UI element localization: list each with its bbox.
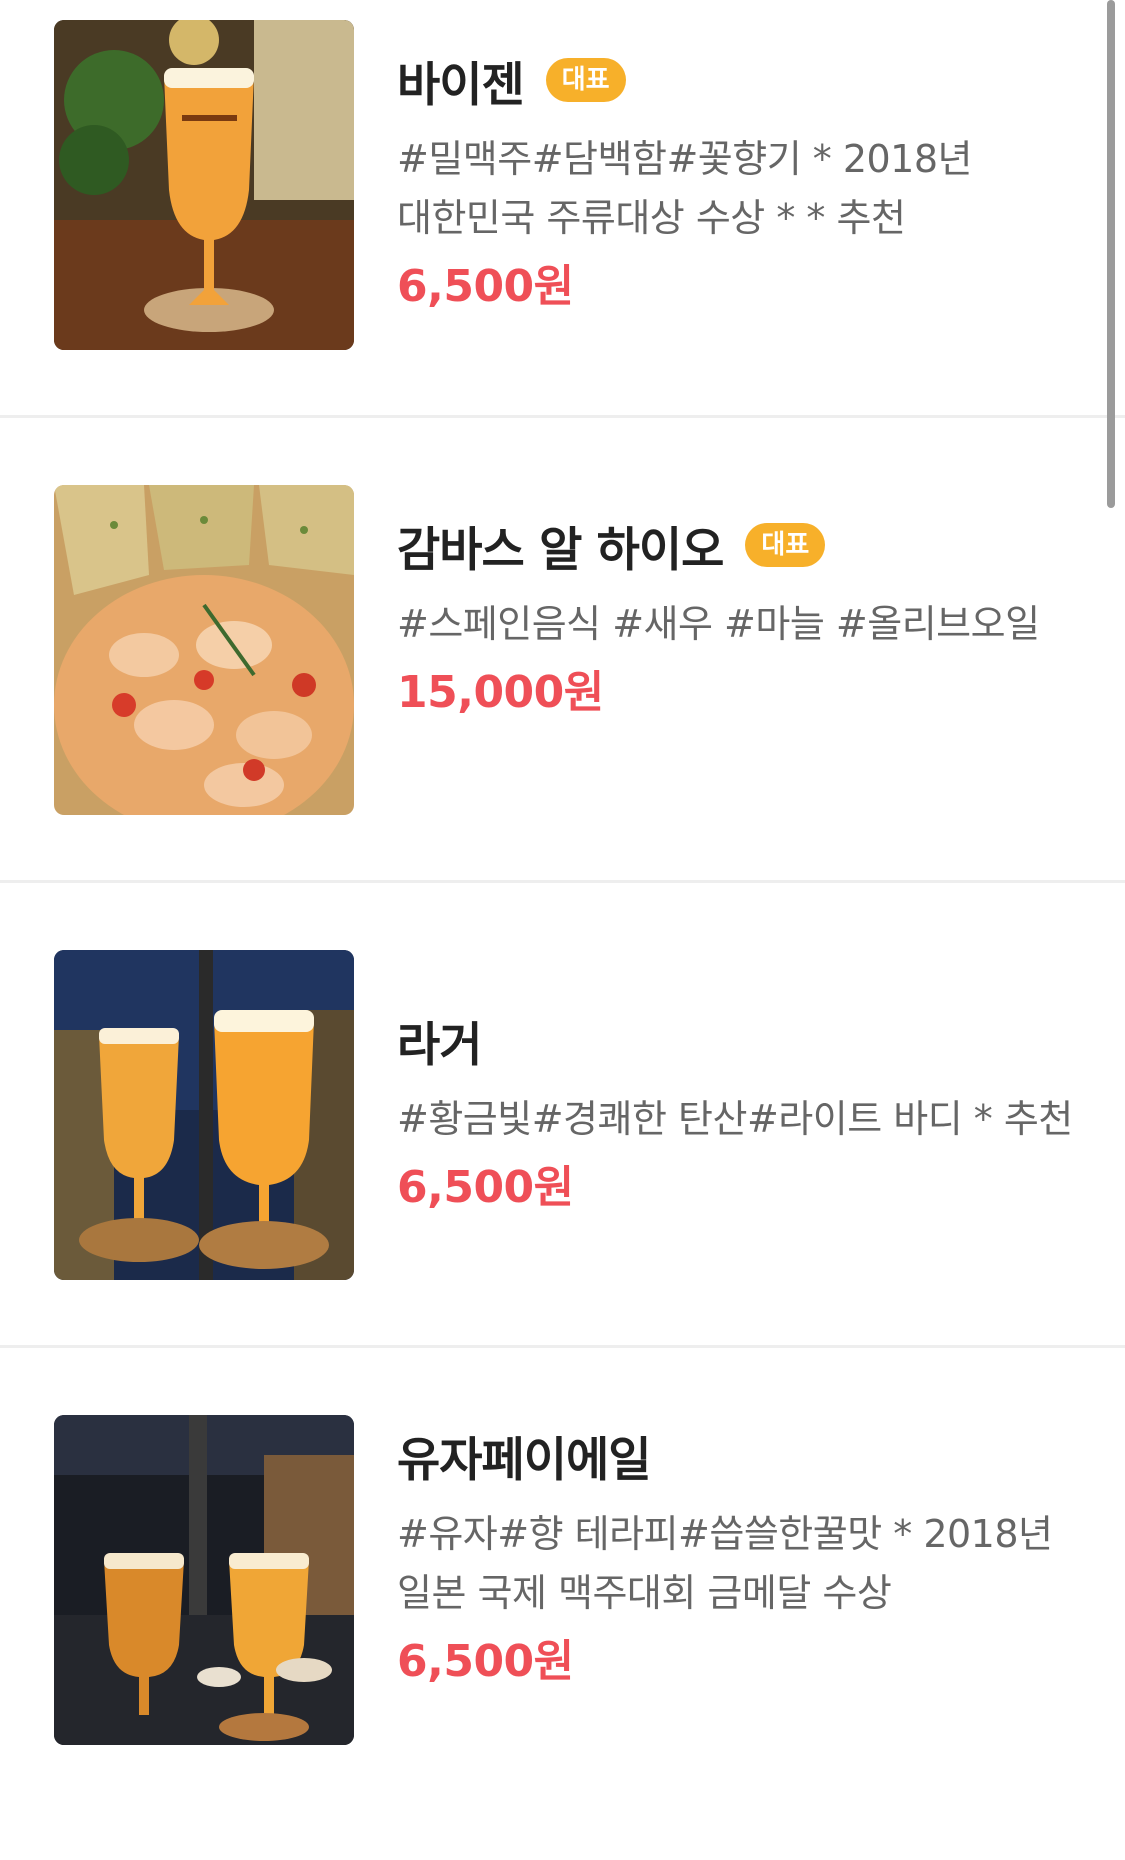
menu-item-yuzu-pale-ale[interactable]: 유자페이에일 #유자#향 테라피#씁쓸한꿀맛 * 2018년 일본 국제 맥주대… — [0, 1395, 1125, 1860]
scrollbar[interactable] — [1107, 0, 1115, 508]
title-row: 바이젠 대표 — [397, 50, 1077, 113]
menu-item-price: 15,000원 — [397, 667, 604, 718]
yuzu-pale-ale-photo-icon — [54, 1415, 354, 1745]
title-row: 라거 — [397, 1010, 1077, 1073]
lager-photo-icon — [54, 950, 354, 1280]
menu-item-title: 바이젠 — [397, 57, 525, 113]
wheat-beer-photo-icon — [54, 20, 354, 350]
menu-item-title: 라거 — [397, 1017, 482, 1073]
menu-item-photo — [54, 485, 354, 815]
menu-item-price: 6,500원 — [397, 261, 574, 312]
menu-item-weizen[interactable]: 바이젠 대표 #밀맥주#담백함#꽃향기 * 2018년 대한민국 주류대상 수상… — [0, 0, 1125, 465]
menu-item-photo — [54, 20, 354, 350]
menu-item-lager[interactable]: 라거 #황금빛#경쾌한 탄산#라이트 바디 * 추천 6,500원 — [0, 930, 1125, 1395]
menu-item-info: 유자페이에일 #유자#향 테라피#씁쓸한꿀맛 * 2018년 일본 국제 맥주대… — [397, 1425, 1077, 1689]
menu-item-price: 6,500원 — [397, 1636, 574, 1687]
menu-item-description: #황금빛#경쾌한 탄산#라이트 바디 * 추천 — [397, 1097, 1073, 1141]
divider — [0, 1345, 1125, 1348]
menu-item-info: 라거 #황금빛#경쾌한 탄산#라이트 바디 * 추천 6,500원 — [397, 1010, 1077, 1215]
menu-item-description: #유자#향 테라피#씁쓸한꿀맛 * 2018년 일본 국제 맥주대회 금메달 수… — [397, 1512, 1053, 1615]
signature-badge: 대표 — [545, 58, 626, 102]
menu-item-photo — [54, 1415, 354, 1745]
divider — [0, 415, 1125, 418]
title-row: 감바스 알 하이오 대표 — [397, 515, 1077, 578]
menu-item-gambas[interactable]: 감바스 알 하이오 대표 #스페인음식 #새우 #마늘 #올리브오일 15,00… — [0, 465, 1125, 930]
divider — [0, 880, 1125, 883]
menu-item-description: #밀맥주#담백함#꽃향기 * 2018년 대한민국 주류대상 수상 * * 추천 — [397, 137, 973, 240]
menu-item-price: 6,500원 — [397, 1162, 574, 1213]
signature-badge: 대표 — [745, 523, 826, 567]
menu-item-title: 감바스 알 하이오 — [397, 522, 724, 578]
menu-item-info: 감바스 알 하이오 대표 #스페인음식 #새우 #마늘 #올리브오일 15,00… — [397, 515, 1077, 720]
menu-item-photo — [54, 950, 354, 1280]
menu-item-info: 바이젠 대표 #밀맥주#담백함#꽃향기 * 2018년 대한민국 주류대상 수상… — [397, 50, 1077, 314]
menu-item-title: 유자페이에일 — [397, 1432, 651, 1488]
title-row: 유자페이에일 — [397, 1425, 1077, 1488]
menu-item-description: #스페인음식 #새우 #마늘 #올리브오일 — [397, 602, 1040, 646]
gambas-photo-icon — [54, 485, 354, 815]
